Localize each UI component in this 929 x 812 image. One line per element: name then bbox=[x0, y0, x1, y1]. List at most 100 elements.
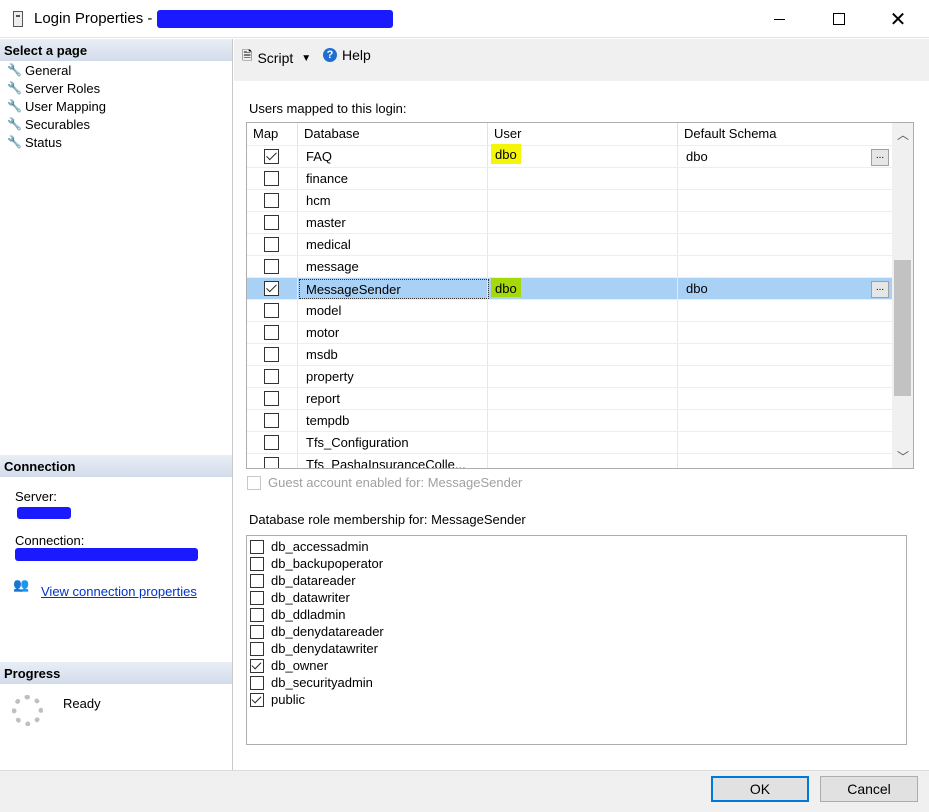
column-header-database[interactable]: Database bbox=[298, 123, 488, 145]
user-cell[interactable] bbox=[488, 212, 678, 234]
table-row[interactable]: msdb bbox=[247, 343, 892, 366]
map-checkbox[interactable] bbox=[264, 347, 279, 362]
role-item[interactable]: db_denydatawriter bbox=[250, 640, 378, 657]
column-header-map[interactable]: Map bbox=[247, 123, 298, 145]
table-row[interactable]: hcm bbox=[247, 189, 892, 212]
user-cell[interactable] bbox=[488, 190, 678, 212]
schema-cell[interactable] bbox=[678, 168, 892, 190]
role-item[interactable]: db_accessadmin bbox=[250, 538, 369, 555]
page-item-general[interactable]: 🔧 General bbox=[7, 61, 71, 79]
schema-cell[interactable] bbox=[678, 212, 892, 234]
role-checkbox[interactable] bbox=[250, 607, 264, 622]
table-row[interactable]: message bbox=[247, 255, 892, 278]
map-checkbox[interactable] bbox=[264, 303, 279, 318]
maximize-button[interactable] bbox=[816, 0, 862, 38]
role-item[interactable]: db_securityadmin bbox=[250, 674, 373, 691]
role-item[interactable]: db_datawriter bbox=[250, 589, 350, 606]
help-button[interactable]: ? Help bbox=[323, 47, 371, 63]
schema-cell[interactable] bbox=[678, 454, 892, 468]
schema-cell[interactable] bbox=[678, 366, 892, 388]
map-checkbox[interactable] bbox=[264, 457, 279, 468]
schema-cell[interactable] bbox=[678, 432, 892, 454]
page-item-securables[interactable]: 🔧 Securables bbox=[7, 115, 90, 133]
scroll-up-icon[interactable]: ︿ bbox=[897, 126, 909, 143]
user-cell[interactable] bbox=[488, 168, 678, 190]
table-row[interactable]: motor bbox=[247, 321, 892, 344]
user-cell[interactable] bbox=[488, 454, 678, 468]
table-row[interactable]: Tfs_Configuration bbox=[247, 431, 892, 454]
role-checkbox[interactable] bbox=[250, 539, 264, 554]
column-header-user[interactable]: User bbox=[488, 123, 678, 145]
browse-schema-button[interactable]: ... bbox=[871, 281, 889, 298]
chevron-down-icon[interactable]: ▼ bbox=[301, 53, 311, 64]
page-item-server-roles[interactable]: 🔧 Server Roles bbox=[7, 79, 100, 97]
map-checkbox[interactable] bbox=[264, 259, 279, 274]
user-cell[interactable] bbox=[488, 234, 678, 256]
map-checkbox[interactable] bbox=[264, 281, 279, 296]
table-row[interactable]: report bbox=[247, 387, 892, 410]
schema-cell[interactable] bbox=[678, 256, 892, 278]
role-item[interactable]: db_ddladmin bbox=[250, 606, 345, 623]
table-row[interactable]: tempdb bbox=[247, 409, 892, 432]
column-header-default-schema[interactable]: Default Schema bbox=[678, 123, 892, 145]
user-cell[interactable] bbox=[488, 388, 678, 410]
map-checkbox[interactable] bbox=[264, 325, 279, 340]
schema-cell[interactable] bbox=[678, 234, 892, 256]
script-button[interactable]: 🗎 Script ▼ bbox=[242, 47, 311, 69]
map-checkbox[interactable] bbox=[264, 391, 279, 406]
map-checkbox[interactable] bbox=[264, 193, 279, 208]
role-item[interactable]: db_datareader bbox=[250, 572, 356, 589]
ok-button[interactable]: OK bbox=[711, 776, 809, 802]
table-row[interactable]: Tfs_PashaInsuranceColle... bbox=[247, 453, 892, 468]
table-row[interactable]: MessageSender dbo dbo... bbox=[247, 277, 892, 300]
map-checkbox[interactable] bbox=[264, 369, 279, 384]
table-row[interactable]: property bbox=[247, 365, 892, 388]
schema-cell[interactable] bbox=[678, 300, 892, 322]
role-checkbox[interactable] bbox=[250, 641, 264, 656]
schema-cell[interactable] bbox=[678, 388, 892, 410]
browse-schema-button[interactable]: ... bbox=[871, 149, 889, 166]
grid-scrollbar[interactable]: ︿ ﹀ bbox=[892, 123, 913, 468]
table-row[interactable]: model bbox=[247, 299, 892, 322]
table-row[interactable]: medical bbox=[247, 233, 892, 256]
schema-cell[interactable] bbox=[678, 344, 892, 366]
scrollbar-thumb[interactable] bbox=[894, 260, 911, 396]
role-checkbox[interactable] bbox=[250, 573, 264, 588]
user-mapping-grid[interactable]: Map Database User Default Schema FAQ dbo d… bbox=[246, 122, 914, 469]
role-checkbox[interactable] bbox=[250, 658, 264, 673]
map-checkbox[interactable] bbox=[264, 171, 279, 186]
role-checkbox[interactable] bbox=[250, 675, 264, 690]
page-item-user-mapping[interactable]: 🔧 User Mapping bbox=[7, 97, 106, 115]
schema-cell[interactable] bbox=[678, 410, 892, 432]
table-row[interactable]: FAQ dbo dbo... bbox=[247, 144, 892, 168]
role-item[interactable]: db_owner bbox=[250, 657, 328, 674]
role-item[interactable]: public bbox=[250, 691, 305, 708]
user-cell[interactable] bbox=[488, 322, 678, 344]
schema-cell[interactable] bbox=[678, 146, 892, 168]
role-item[interactable]: db_denydatareader bbox=[250, 623, 384, 640]
role-checkbox[interactable] bbox=[250, 692, 264, 707]
user-cell[interactable] bbox=[488, 432, 678, 454]
schema-cell[interactable] bbox=[678, 278, 892, 300]
user-cell[interactable] bbox=[488, 300, 678, 322]
user-cell[interactable] bbox=[488, 366, 678, 388]
scroll-down-icon[interactable]: ﹀ bbox=[897, 448, 909, 465]
table-row[interactable]: finance bbox=[247, 167, 892, 190]
schema-cell[interactable] bbox=[678, 190, 892, 212]
role-item[interactable]: db_backupoperator bbox=[250, 555, 383, 572]
map-checkbox[interactable] bbox=[264, 149, 279, 164]
user-cell[interactable] bbox=[488, 344, 678, 366]
map-checkbox[interactable] bbox=[264, 237, 279, 252]
view-connection-properties-link[interactable]: View connection properties bbox=[41, 584, 197, 599]
map-checkbox[interactable] bbox=[264, 413, 279, 428]
role-checkbox[interactable] bbox=[250, 590, 264, 605]
user-cell[interactable] bbox=[488, 256, 678, 278]
schema-cell[interactable] bbox=[678, 322, 892, 344]
role-checkbox[interactable] bbox=[250, 556, 264, 571]
cancel-button[interactable]: Cancel bbox=[820, 776, 918, 802]
close-button[interactable]: ✕ bbox=[875, 0, 921, 38]
page-item-status[interactable]: 🔧 Status bbox=[7, 133, 62, 151]
user-cell[interactable] bbox=[488, 410, 678, 432]
table-row[interactable]: master bbox=[247, 211, 892, 234]
role-checkbox[interactable] bbox=[250, 624, 264, 639]
